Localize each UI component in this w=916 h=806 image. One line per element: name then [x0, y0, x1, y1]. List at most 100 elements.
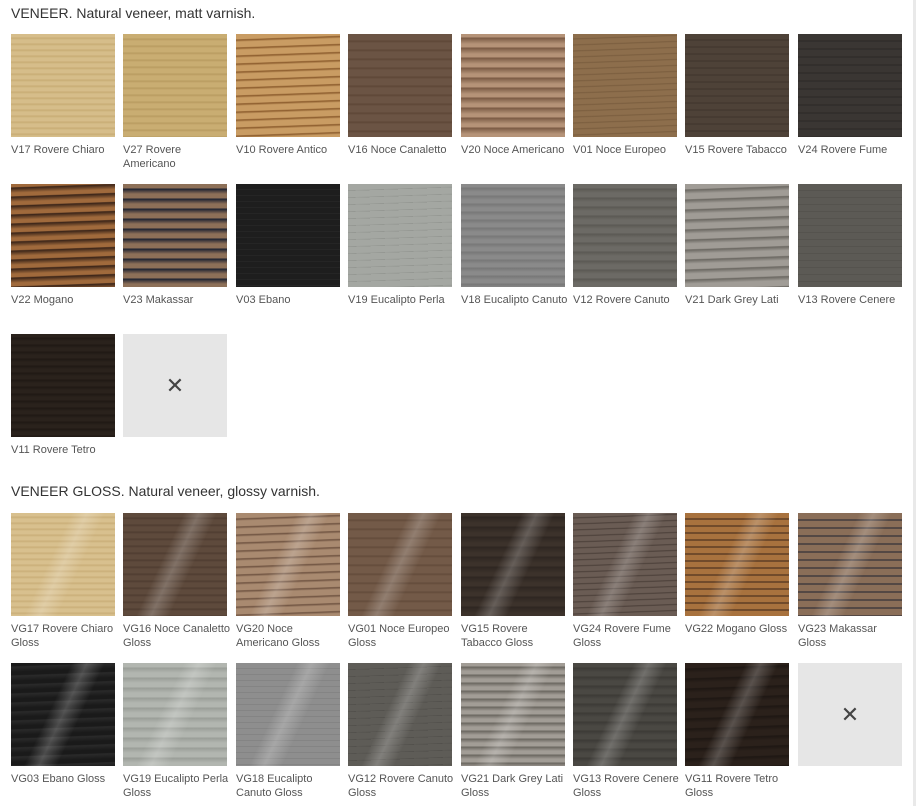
swatch-label: VG11 Rovere Tetro Gloss: [685, 773, 779, 799]
swatch-tile[interactable]: VG19 Eucalipto Perla Gloss: [123, 663, 228, 800]
swatch-tile[interactable]: V10 Rovere Antico: [236, 34, 340, 157]
swatch-label: V24 Rovere Fume: [798, 144, 888, 156]
swatch-label: VG19 Eucalipto Perla Gloss: [123, 773, 229, 799]
swatch-label: VG13 Rovere Cenere Gloss: [573, 773, 679, 799]
swatch-tile[interactable]: VG16 Noce Canaletto Gloss: [123, 513, 230, 650]
swatch-label: VG15 Rovere Tabacco Gloss: [461, 623, 534, 649]
swatch-label: V16 Noce Canaletto: [348, 144, 447, 156]
swatch-image: [236, 184, 340, 287]
swatch-image: [461, 184, 565, 287]
swatch-image: [123, 184, 227, 287]
empty-swatch: ✕: [123, 334, 227, 437]
swatch-image: [461, 34, 565, 137]
close-icon: ✕: [840, 701, 860, 727]
swatch-tile[interactable]: VG17 Rovere Chiaro Gloss: [11, 513, 115, 650]
swatch-tile[interactable]: V16 Noce Canaletto: [348, 34, 452, 157]
swatch-label: V17 Rovere Chiaro: [11, 144, 105, 156]
swatch-image: [11, 34, 115, 137]
swatch-image: [573, 513, 677, 616]
swatch-tile[interactable]: V01 Noce Europeo: [573, 34, 677, 157]
swatch-image: [798, 513, 902, 616]
empty-swatch: ✕: [798, 663, 902, 766]
swatch-tile[interactable]: VG21 Dark Grey Lati Gloss: [461, 663, 565, 800]
swatch-label: V01 Noce Europeo: [573, 144, 666, 156]
swatch-label: V18 Eucalipto Canuto: [461, 294, 568, 306]
swatch-label: VG03 Ebano Gloss: [11, 773, 106, 785]
swatch-tile[interactable]: VG18 Eucalipto Canuto Gloss: [236, 663, 340, 800]
swatch-tile[interactable]: V18 Eucalipto Canuto: [461, 184, 567, 307]
swatch-placeholder[interactable]: ✕: [123, 334, 227, 443]
swatch-tile[interactable]: V12 Rovere Canuto: [573, 184, 677, 307]
swatch-tile[interactable]: V15 Rovere Tabacco: [685, 34, 789, 157]
swatch-tile[interactable]: V03 Ebano: [236, 184, 340, 307]
swatch-label: V21 Dark Grey Lati: [685, 294, 779, 306]
swatch-tile[interactable]: V21 Dark Grey Lati: [685, 184, 789, 307]
swatch-label: VG22 Mogano Gloss: [685, 623, 788, 635]
swatch-label: V19 Eucalipto Perla: [348, 294, 445, 306]
swatch-image: [573, 663, 677, 766]
swatch-tile[interactable]: VG13 Rovere Cenere Gloss: [573, 663, 679, 800]
swatch-image: [11, 334, 115, 437]
swatch-tile[interactable]: VG11 Rovere Tetro Gloss: [685, 663, 789, 800]
swatch-label: VG18 Eucalipto Canuto Gloss: [236, 773, 313, 799]
swatch-label: V23 Makassar: [123, 294, 194, 306]
swatch-tile[interactable]: VG23 Makassar Gloss: [798, 513, 902, 650]
close-icon: ✕: [165, 372, 185, 398]
section-title-veneer-gloss: VENEER GLOSS. Natural veneer, glossy var…: [11, 483, 320, 499]
swatch-label: VG12 Rovere Canuto Gloss: [348, 773, 454, 799]
swatch-image: [348, 513, 452, 616]
swatch-image: [236, 663, 340, 766]
swatch-image: [236, 34, 340, 137]
swatch-image: [348, 663, 452, 766]
swatch-tile[interactable]: VG22 Mogano Gloss: [685, 513, 789, 636]
swatch-image: [123, 513, 227, 616]
swatch-image: [11, 513, 115, 616]
swatch-tile[interactable]: V20 Noce Americano: [461, 34, 565, 157]
swatch-label: V27 Rovere Americano: [123, 144, 182, 170]
swatch-label: VG24 Rovere Fume Gloss: [573, 623, 671, 649]
swatch-label: VG20 Noce Americano Gloss: [236, 623, 320, 649]
swatch-image: [11, 184, 115, 287]
swatch-image: [685, 513, 789, 616]
swatch-tile[interactable]: V23 Makassar: [123, 184, 227, 307]
swatch-placeholder[interactable]: ✕: [798, 663, 902, 772]
swatch-image: [798, 34, 902, 137]
swatch-image: [348, 34, 452, 137]
swatch-tile[interactable]: V24 Rovere Fume: [798, 34, 902, 157]
section-title-veneer: VENEER. Natural veneer, matt varnish.: [11, 5, 256, 21]
swatch-tile[interactable]: VG20 Noce Americano Gloss: [236, 513, 340, 650]
swatch-image: [123, 663, 227, 766]
swatch-tile[interactable]: VG03 Ebano Gloss: [11, 663, 115, 786]
swatch-tile[interactable]: VG24 Rovere Fume Gloss: [573, 513, 677, 650]
swatch-label: V13 Rovere Cenere: [798, 294, 896, 306]
swatch-image: [573, 34, 677, 137]
swatch-tile[interactable]: V19 Eucalipto Perla: [348, 184, 452, 307]
swatch-tile[interactable]: V17 Rovere Chiaro: [11, 34, 115, 157]
swatch-tile[interactable]: VG12 Rovere Canuto Gloss: [348, 663, 453, 800]
swatch-tile[interactable]: VG15 Rovere Tabacco Gloss: [461, 513, 565, 650]
swatch-image: [461, 663, 565, 766]
swatch-label: V15 Rovere Tabacco: [685, 144, 787, 156]
swatch-image: [11, 663, 115, 766]
swatch-label: VG23 Makassar Gloss: [798, 623, 877, 649]
swatch-label: V10 Rovere Antico: [236, 144, 328, 156]
swatch-label: VG21 Dark Grey Lati Gloss: [461, 773, 564, 799]
swatch-label: V22 Mogano: [11, 294, 74, 306]
swatch-image: [348, 184, 452, 287]
swatch-tile[interactable]: V13 Rovere Cenere: [798, 184, 902, 307]
swatch-tile[interactable]: V27 Rovere Americano: [123, 34, 227, 171]
swatch-image: [461, 513, 565, 616]
swatch-label: V12 Rovere Canuto: [573, 294, 670, 306]
swatch-image: [123, 34, 227, 137]
swatch-tile[interactable]: V11 Rovere Tetro: [11, 334, 115, 457]
swatch-image: [685, 184, 789, 287]
swatch-label: VG16 Noce Canaletto Gloss: [123, 623, 231, 649]
swatch-tile[interactable]: VG01 Noce Europeo Gloss: [348, 513, 452, 650]
swatch-label: VG01 Noce Europeo Gloss: [348, 623, 450, 649]
swatch-label: V20 Noce Americano: [461, 144, 565, 156]
swatch-image: [685, 663, 789, 766]
swatch-image: [573, 184, 677, 287]
swatch-image: [798, 184, 902, 287]
swatch-image: [236, 513, 340, 616]
swatch-tile[interactable]: V22 Mogano: [11, 184, 115, 307]
